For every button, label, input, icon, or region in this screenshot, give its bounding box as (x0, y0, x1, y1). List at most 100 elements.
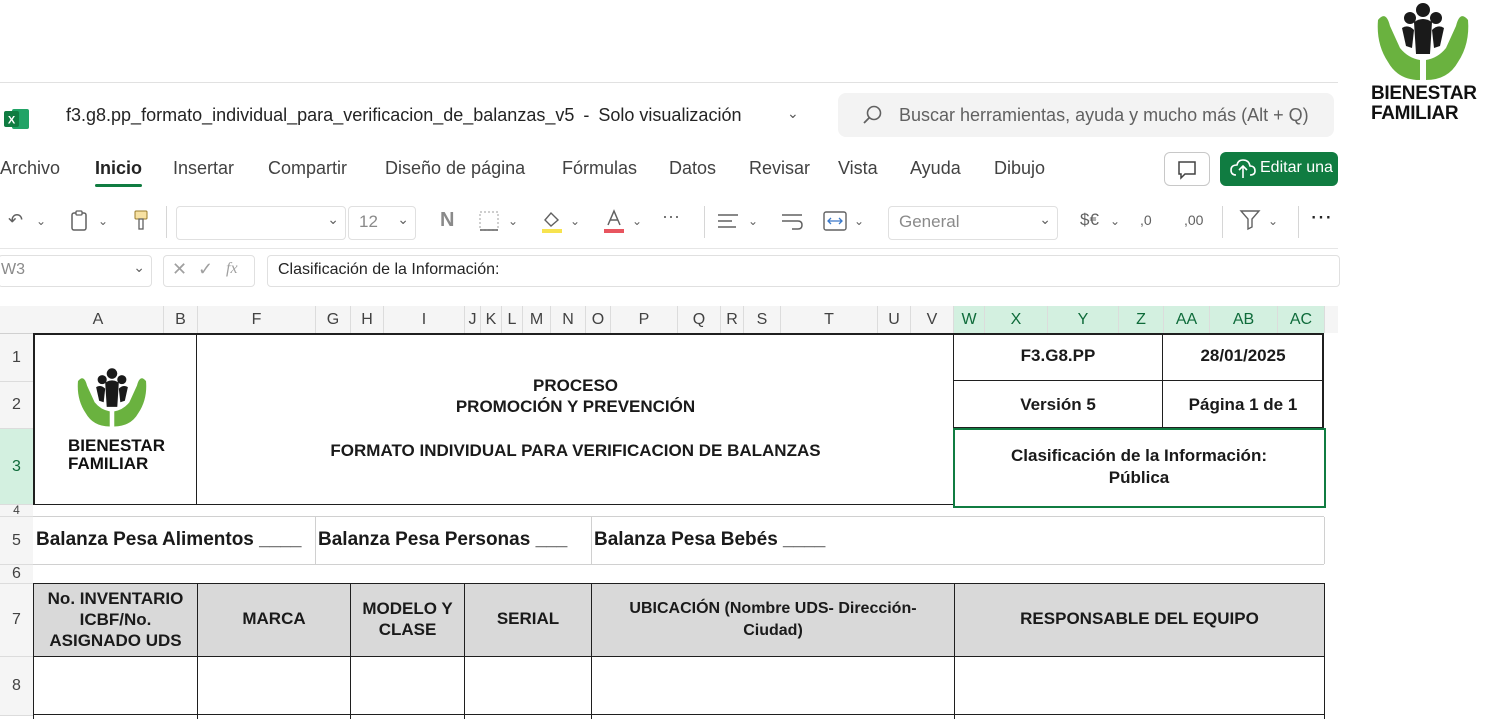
tab-inicio[interactable]: Inicio (95, 158, 142, 179)
column-header-l[interactable]: L (502, 306, 523, 333)
column-header-v[interactable]: V (911, 306, 954, 333)
decrease-decimal-icon[interactable]: ,0 (1140, 212, 1152, 228)
borders-dropdown-icon[interactable]: ⌄ (508, 214, 518, 228)
column-header-u[interactable]: U (878, 306, 911, 333)
tab-dibujo[interactable]: Dibujo (994, 158, 1045, 179)
format-painter-icon[interactable] (132, 209, 150, 233)
balanza-alimentos[interactable]: Balanza Pesa Alimentos ____ (36, 529, 301, 551)
column-header-n[interactable]: N (551, 306, 586, 333)
row-header-6[interactable]: 6 (0, 565, 34, 584)
tab-compartir[interactable]: Compartir (268, 158, 347, 179)
column-header-aa[interactable]: AA (1164, 306, 1210, 335)
more-options-icon[interactable]: ⋯ (1310, 204, 1332, 230)
column-header-a[interactable]: A (33, 306, 164, 333)
name-box[interactable]: W3 ⌄ (0, 255, 152, 287)
header-responsable[interactable]: RESPONSABLE DEL EQUIPO (955, 609, 1324, 629)
column-header-b[interactable]: B (164, 306, 198, 333)
fx-label[interactable]: fx (226, 260, 238, 278)
balanza-personas[interactable]: Balanza Pesa Personas ___ (318, 529, 567, 551)
column-header-s[interactable]: S (744, 306, 781, 333)
row-header-1[interactable]: 1 (0, 334, 34, 382)
tab-ayuda[interactable]: Ayuda (910, 158, 961, 179)
tab-datos[interactable]: Datos (669, 158, 716, 179)
column-header-g[interactable]: G (316, 306, 351, 333)
column-header-r[interactable]: R (721, 306, 744, 333)
document-title[interactable]: f3.g8.pp_formato_individual_para_verific… (66, 105, 741, 126)
column-header-j[interactable]: J (465, 306, 481, 333)
tab-archivo[interactable]: Archivo (0, 158, 60, 179)
codigo-cell[interactable]: F3.G8.PP (954, 346, 1162, 366)
excel-icon[interactable]: X (4, 108, 30, 130)
column-header-i[interactable]: I (384, 306, 465, 333)
column-header-x[interactable]: X (985, 306, 1048, 335)
font-color-dropdown-icon[interactable]: ⌄ (632, 214, 642, 228)
sort-filter-icon[interactable] (1238, 208, 1262, 234)
row-header-4[interactable]: 4 (0, 504, 34, 517)
fill-color-icon[interactable] (540, 208, 564, 234)
currency-dropdown-icon[interactable]: ⌄ (1110, 214, 1120, 228)
align-dropdown-icon[interactable]: ⌄ (748, 214, 758, 228)
column-header-f[interactable]: F (198, 306, 316, 333)
header-ubicacion[interactable]: UBICACIÓN (Nombre UDS- Dirección- Ciudad… (592, 598, 954, 642)
balanza-bebes[interactable]: Balanza Pesa Bebés ____ (594, 529, 825, 551)
column-header-w[interactable]: W (954, 306, 985, 335)
tab-vista[interactable]: Vista (838, 158, 878, 179)
tab-diseno-de-pagina[interactable]: Diseño de página (385, 158, 525, 179)
proceso-nombre[interactable]: PROMOCIÓN Y PREVENCIÓN (198, 397, 953, 417)
column-header-o[interactable]: O (586, 306, 611, 333)
borders-icon[interactable] (478, 210, 502, 234)
search-box[interactable]: Buscar herramientas, ayuda y mucho más (… (838, 93, 1334, 137)
number-format-select[interactable]: General ⌄ (888, 206, 1058, 240)
header-serial[interactable]: SERIAL (465, 609, 591, 629)
increase-decimal-icon[interactable]: ,00 (1184, 212, 1203, 228)
paste-dropdown-icon[interactable]: ⌄ (98, 214, 108, 228)
chevron-down-icon[interactable]: ⌄ (787, 105, 799, 122)
column-header-k[interactable]: K (481, 306, 502, 333)
currency-format-button[interactable]: $€ (1080, 210, 1099, 230)
header-inventario[interactable]: No. INVENTARIO ICBF/No. ASIGNADO UDS (34, 588, 197, 651)
column-header-m[interactable]: M (523, 306, 551, 333)
column-header-ab[interactable]: AB (1210, 306, 1278, 335)
header-marca[interactable]: MARCA (198, 609, 350, 629)
tab-revisar[interactable]: Revisar (749, 158, 810, 179)
row-header-5[interactable]: 5 (0, 517, 34, 565)
undo-icon[interactable]: ↶ (8, 210, 23, 231)
clipboard-icon[interactable] (70, 209, 90, 233)
undo-dropdown-icon[interactable]: ⌄ (36, 214, 46, 228)
more-font-options[interactable]: ··· (662, 206, 680, 227)
row-header-8[interactable]: 8 (0, 657, 34, 716)
tab-insertar[interactable]: Insertar (173, 158, 234, 179)
edit-button[interactable]: Editar una c (1220, 152, 1338, 186)
formula-input[interactable]: Clasificación de la Información: (267, 255, 1340, 287)
pagina-cell[interactable]: Página 1 de 1 (1163, 395, 1323, 415)
proceso-label[interactable]: PROCESO (198, 376, 953, 396)
column-header-p[interactable]: P (611, 306, 678, 333)
font-family-select[interactable]: ⌄ (176, 206, 346, 240)
cancel-icon[interactable]: ✕ (172, 259, 187, 280)
row-header-3[interactable]: 3 (0, 429, 35, 505)
column-header-ac[interactable]: AC (1278, 306, 1325, 335)
wrap-text-icon[interactable] (780, 211, 804, 233)
column-header-z[interactable]: Z (1119, 306, 1164, 335)
fecha-cell[interactable]: 28/01/2025 (1163, 346, 1323, 366)
version-cell[interactable]: Versión 5 (954, 395, 1162, 415)
row-header-7[interactable]: 7 (0, 584, 34, 657)
comments-button[interactable] (1164, 152, 1210, 186)
row-header-2[interactable]: 2 (0, 382, 34, 429)
fill-dropdown-icon[interactable]: ⌄ (570, 214, 580, 228)
font-size-select[interactable]: 12 ⌄ (348, 206, 416, 240)
align-icon[interactable] (716, 211, 740, 233)
column-header-y[interactable]: Y (1048, 306, 1119, 335)
formato-title[interactable]: FORMATO INDIVIDUAL PARA VERIFICACION DE … (198, 441, 953, 461)
bold-button[interactable]: N (440, 209, 454, 232)
font-color-icon[interactable] (602, 208, 626, 234)
merge-cells-icon[interactable] (822, 210, 848, 232)
confirm-icon[interactable]: ✓ (198, 259, 213, 280)
column-header-h[interactable]: H (351, 306, 384, 333)
sort-dropdown-icon[interactable]: ⌄ (1268, 214, 1278, 228)
tab-formulas[interactable]: Fórmulas (562, 158, 637, 179)
header-modelo[interactable]: MODELO Y CLASE (351, 598, 464, 640)
merge-dropdown-icon[interactable]: ⌄ (854, 214, 864, 228)
column-header-t[interactable]: T (781, 306, 878, 333)
column-header-q[interactable]: Q (678, 306, 721, 333)
